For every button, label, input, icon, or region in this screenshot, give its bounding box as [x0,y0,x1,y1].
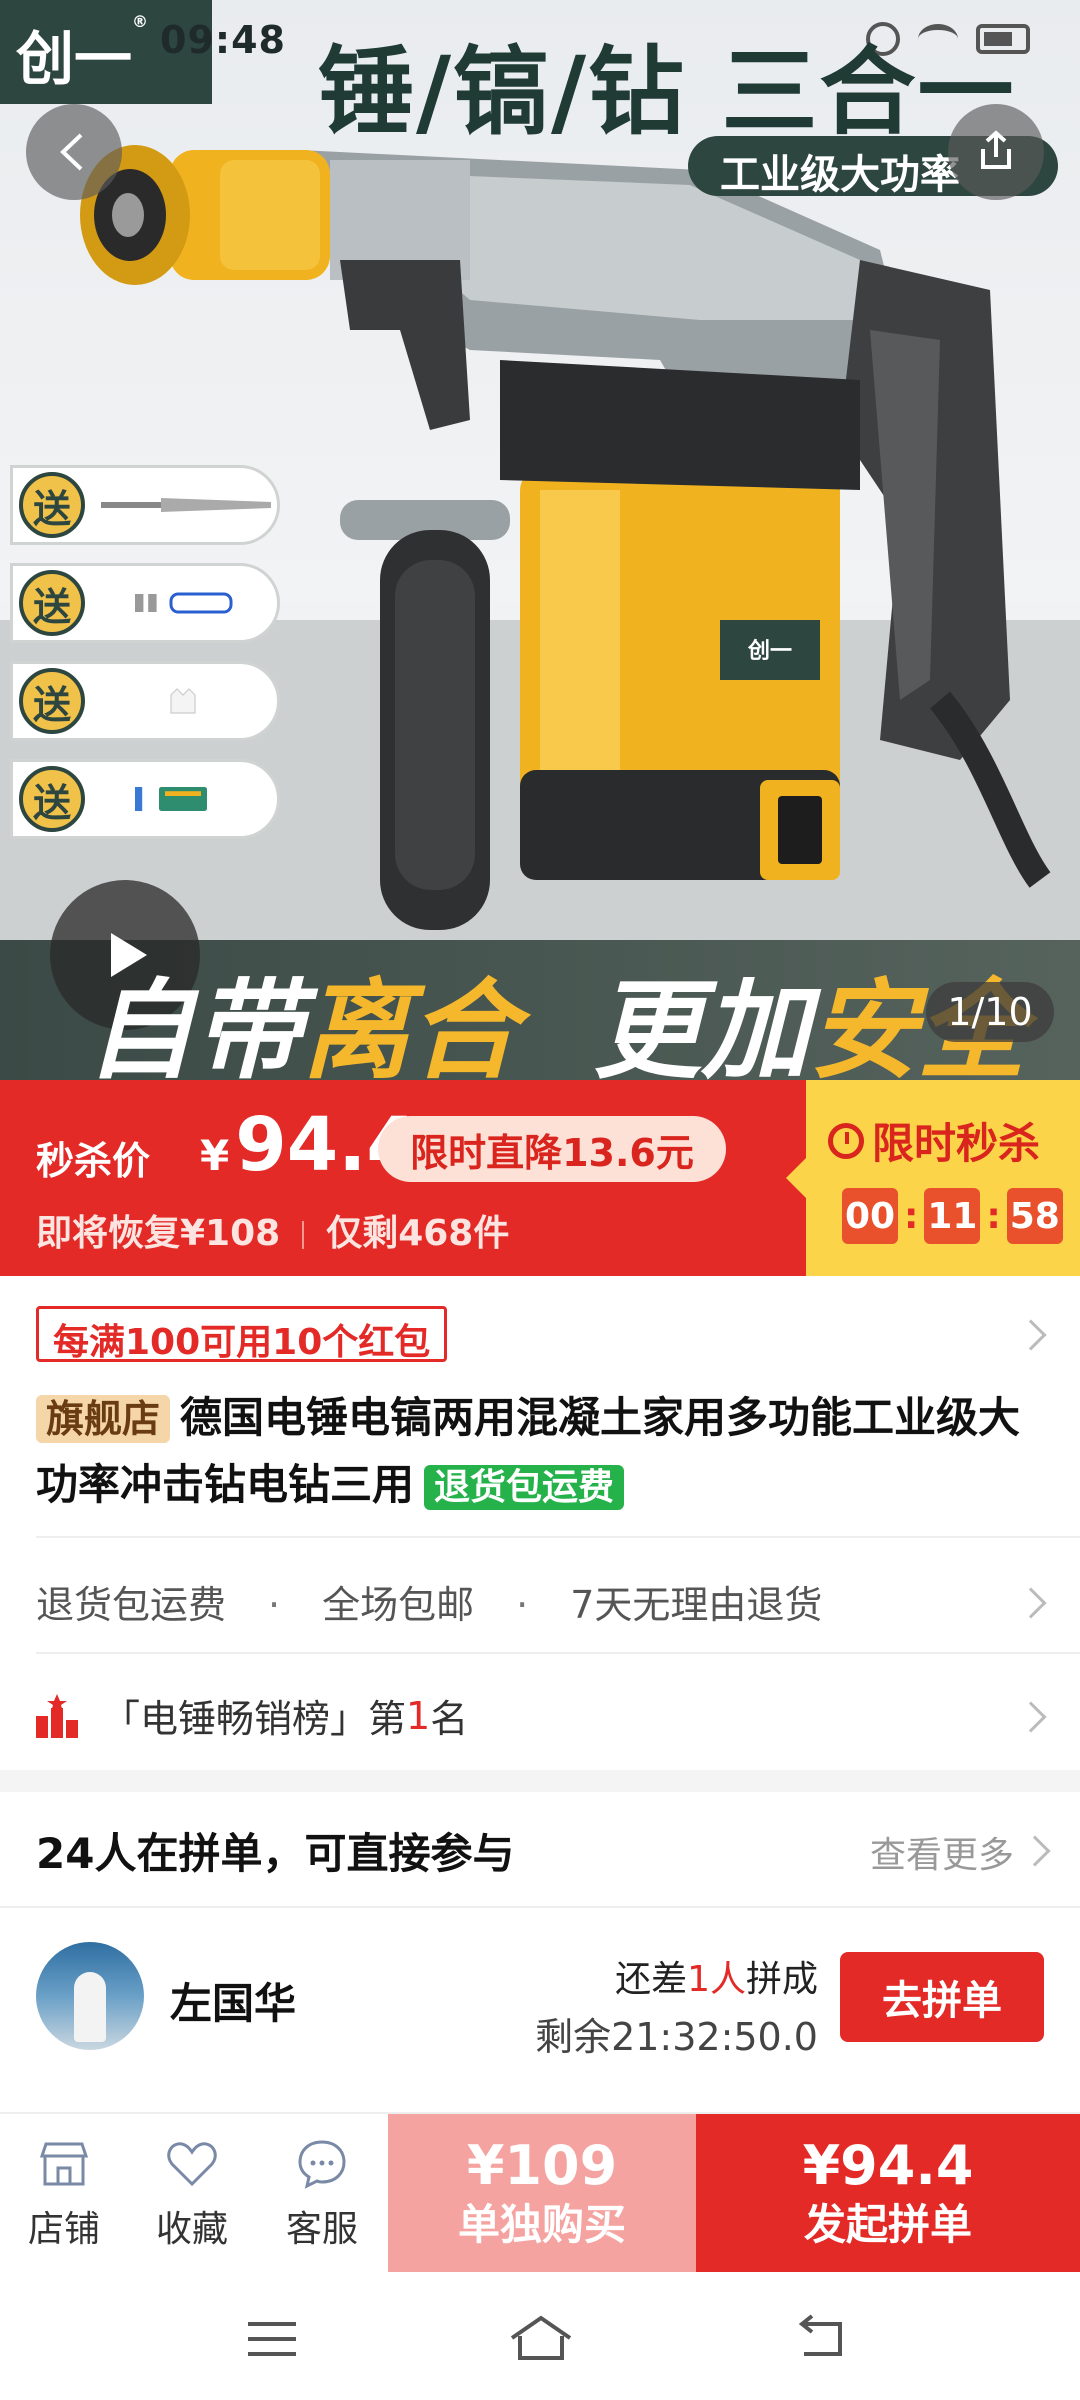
slogan-part-1: 自带 [86,969,303,1080]
countdown-colon: : [904,1195,919,1237]
need-count: 1人 [687,1959,746,2000]
menu-icon[interactable] [242,2314,302,2364]
coupon-chevron-icon[interactable] [1015,1319,1047,1351]
service-tab-label: 客服 [285,2209,358,2250]
toolkit-icon [135,787,207,811]
gift-badge: 送 [19,766,85,832]
store-icon [39,2142,89,2186]
system-navigation-bar [0,2272,1080,2400]
countdown-seconds: 58 [1006,1188,1063,1244]
group-label: 发起拼单 [803,2200,972,2249]
divider [36,1536,1080,1538]
alarm-clock-icon [828,1122,864,1159]
image-page-counter: 1/10 [926,982,1054,1042]
chat-icon [298,2140,346,2189]
discount-badge: 限时直降13.6元 [378,1116,726,1182]
dot-separator: · [268,1583,281,1627]
rank-prefix: 「电锤畅销榜」第 [102,1697,407,1741]
rank-chevron-icon[interactable] [1015,1701,1047,1733]
divider [36,1652,1080,1654]
drill-badge: 创一 [747,639,792,664]
gift-badge: 送 [19,472,85,538]
goggles-icon [135,592,233,614]
gift-badge: 送 [19,668,85,734]
need-prefix: 还差 [615,1959,688,2000]
product-title: 旗舰店 德国电锤电镐两用混凝土家用多功能工业级大功率冲击钻电钻三用 退货包运费 [36,1385,1046,1521]
services-chevron-icon[interactable] [1015,1587,1047,1619]
section-gap [0,1770,1080,1792]
start-group-button[interactable]: ¥94.4 发起拼单 [696,2114,1080,2274]
solo-price: ¥109 [466,2134,618,2197]
product-image-carousel[interactable]: 创一 创一® 09:48 锤/镐/钻 三合一 工业级大功率 送 送 送 送 自带… [0,0,1080,1080]
flash-sale-title: 限时秒杀 [828,1110,1040,1171]
group-user-name: 左国华 [170,1979,297,2028]
countdown-hours: 00 [842,1188,898,1244]
avatar [36,1942,144,2050]
drill-bit-icon [101,498,271,512]
gift-badge: 送 [19,570,85,636]
currency-symbol: ¥ [200,1131,230,1180]
flash-sale-bar: 秒杀价 ¥94.4 限时直降13.6元 即将恢复¥108 仅剩468件 限时秒杀 … [0,1080,1080,1276]
group-price: ¥94.4 [802,2134,974,2197]
group-buy-row: 左国华 还差1人拼成 剩余21:32:50.0 去拼单 [0,1906,1080,2086]
heart-icon [167,2142,217,2187]
restore-price: 即将恢复¥108 [36,1213,281,1254]
flash-sale-label: 限时秒杀 [872,1119,1041,1168]
service-guarantees[interactable]: 退货包运费 · 全场包邮 · 7天无理由退货 [36,1574,822,1629]
flagship-store-tag: 旗舰店 [36,1395,171,1443]
slogan-part-3: 更加 [593,969,810,1080]
group-remaining-time: 剩余21:32:50.0 [535,2015,818,2059]
gift-list: 送 送 送 送 [10,465,280,857]
gift-gloves: 送 [10,661,280,741]
home-icon[interactable] [506,2314,576,2364]
stock-left: 仅剩468件 [326,1213,510,1254]
share-icon [981,130,1011,169]
see-more-chevron-icon[interactable] [1019,1835,1051,1867]
hero-slogan: 自带离合 更加安全 [86,944,1025,1080]
group-needed: 还差1人拼成 [615,1950,818,2002]
back-nav-icon[interactable] [790,2314,850,2364]
gift-toolkit: 送 [10,759,280,839]
best-seller-rank[interactable]: 「电锤畅销榜」第 1 名 [36,1688,468,1743]
store-tab[interactable]: 店铺 [4,2136,124,2252]
price-panel: 秒杀价 ¥94.4 限时直降13.6元 即将恢复¥108 仅剩468件 [0,1080,806,1276]
coupon-badge[interactable]: 每满100可用10个红包 [36,1306,448,1363]
favorite-tab[interactable]: 收藏 [132,2136,252,2252]
need-suffix: 拼成 [745,1959,818,2000]
rank-number: 1 [406,1693,431,1738]
countdown-minutes: 11 [924,1188,981,1244]
countdown-colon: : [986,1195,1001,1237]
hero-headline: 锤/镐/钻 三合一 [318,36,1016,148]
flash-sale-panel: 限时秒杀 00 : 11 : 58 [786,1080,1080,1276]
service-item: 7天无理由退货 [570,1583,823,1627]
back-icon [60,133,83,171]
share-button[interactable] [948,104,1044,200]
service-item: 全场包邮 [322,1583,475,1627]
group-buy-heading: 24人在拼单，可直接参与 [36,1829,515,1878]
price-label: 秒杀价 [36,1139,151,1183]
gloves-icon [170,688,196,714]
gift-brushes-goggles: 送 [10,563,280,643]
gift-drill-bit: 送 [10,465,280,545]
rank-suffix: 名 [430,1697,469,1741]
status-time: 09:48 [160,18,286,62]
rank-icon [36,1693,78,1738]
see-more-link[interactable]: 查看更多 [870,1826,1014,1878]
solo-label: 单独购买 [457,2200,626,2249]
join-group-button[interactable]: 去拼单 [840,1952,1044,2042]
service-tab[interactable]: 客服 [262,2136,382,2252]
store-tab-label: 店铺 [27,2209,100,2250]
service-item: 退货包运费 [36,1583,227,1627]
countdown-timer: 00 : 11 : 58 [842,1188,1063,1244]
bottom-action-bar: 店铺 收藏 客服 ¥109 单独购买 ¥94.4 发起拼单 [0,2112,1080,2274]
dot-separator: · [516,1583,529,1627]
favorite-tab-label: 收藏 [155,2209,228,2250]
separator [302,1221,305,1249]
free-return-tag: 退货包运费 [424,1465,625,1510]
slogan-part-2: 离合 [302,969,519,1080]
restore-info: 即将恢复¥108 仅剩468件 [36,1204,509,1256]
buy-alone-button[interactable]: ¥109 单独购买 [388,2114,696,2274]
back-button[interactable] [26,104,122,200]
